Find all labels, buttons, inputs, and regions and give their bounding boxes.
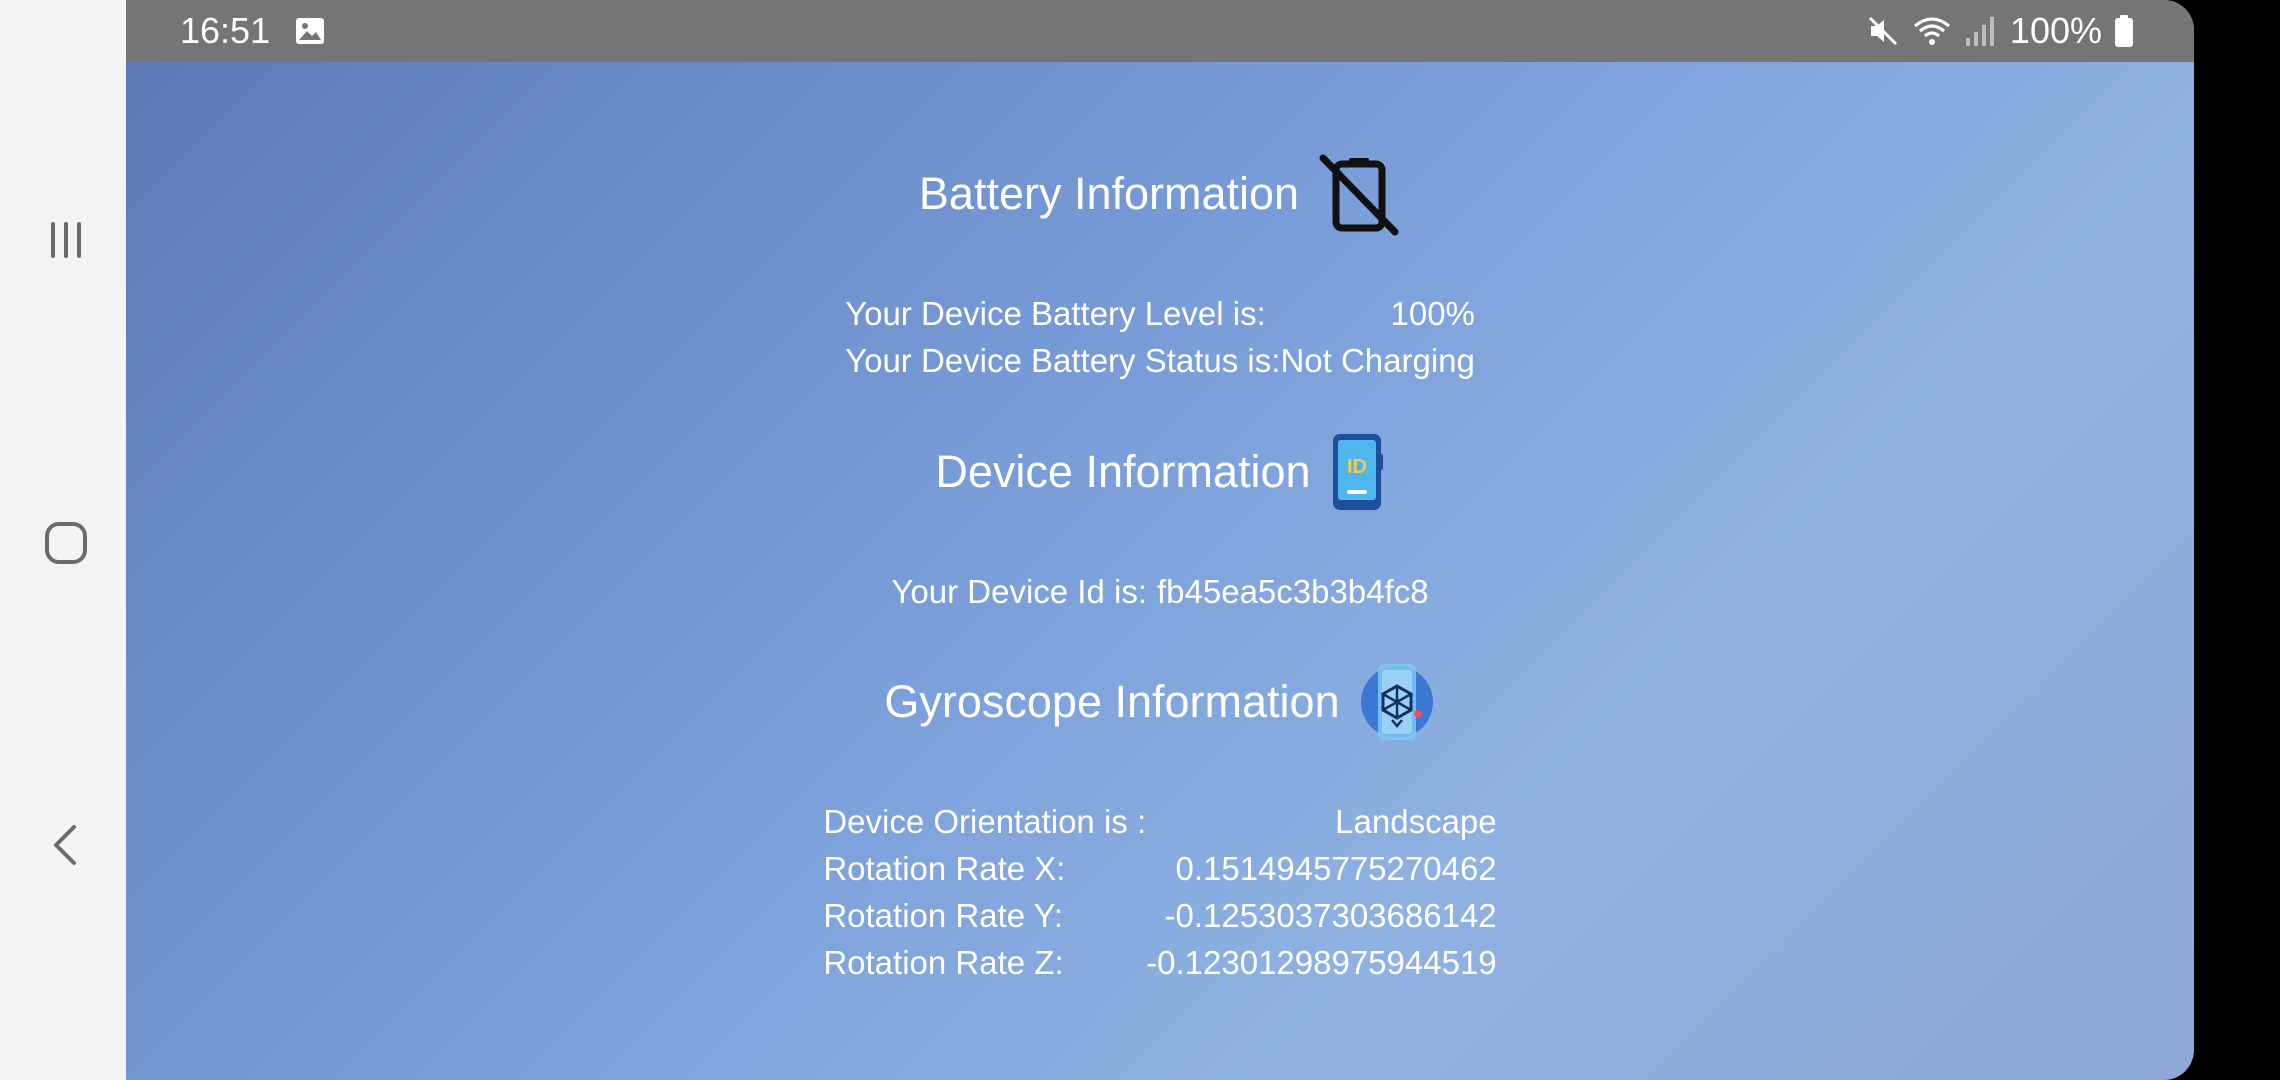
gyroscope-section-title: Gyroscope Information: [126, 662, 2194, 742]
gyroscope-title-text: Gyroscope Information: [884, 676, 1340, 727]
battery-off-icon: [1317, 152, 1401, 236]
battery-status-row: Your Device Battery Status is: Not Charg…: [845, 337, 1475, 384]
screen: 16:51 100% Battery Information Your Devi…: [0, 0, 2280, 1080]
rotation-x-value: 0.1514945775270462: [1175, 850, 1497, 887]
rotation-z-row: Rotation Rate Z: -0.12301298975944519: [823, 939, 1496, 986]
device-title-text: Device Information: [935, 446, 1311, 497]
recents-button[interactable]: [36, 210, 96, 270]
battery-section-title: Battery Information: [126, 152, 2194, 236]
battery-level-row: Your Device Battery Level is: 100%: [845, 290, 1475, 337]
back-button[interactable]: [36, 815, 96, 875]
orientation-row: Device Orientation is : Landscape: [823, 798, 1496, 845]
content-area: Battery Information Your Device Battery …: [126, 62, 2194, 1080]
battery-level-label: Your Device Battery Level is:: [845, 295, 1266, 332]
battery-level-value: 100%: [1390, 295, 1475, 332]
gallery-icon: [296, 18, 324, 44]
device-id-label: Your Device Id is:: [891, 573, 1147, 610]
device-id-row: Your Device Id is: fb45ea5c3b3b4fc8: [891, 568, 1428, 615]
battery-title-text: Battery Information: [918, 168, 1300, 219]
battery-info: Your Device Battery Level is: 100% Your …: [126, 290, 2194, 384]
gyroscope-icon: [1358, 662, 1436, 742]
battery-icon: [2114, 14, 2134, 48]
rotation-z-value: -0.12301298975944519: [1146, 944, 1497, 981]
home-icon: [45, 522, 87, 564]
home-button[interactable]: [36, 513, 96, 573]
phone-id-icon-text: ID: [1347, 456, 1367, 478]
battery-status-value: Not Charging: [1280, 342, 1475, 379]
gyroscope-info: Device Orientation is : Landscape Rotati…: [126, 798, 2194, 986]
status-time: 16:51: [180, 10, 271, 51]
status-bar: 16:51 100%: [126, 0, 2194, 62]
navigation-bar: [0, 0, 126, 1080]
device-info: Your Device Id is: fb45ea5c3b3b4fc8: [126, 568, 2194, 615]
app-window: 16:51 100% Battery Information Your Devi…: [126, 0, 2194, 1080]
recents-icon: [51, 222, 81, 258]
orientation-value: Landscape: [1335, 803, 1497, 840]
device-id-value: fb45ea5c3b3b4fc8: [1157, 573, 1429, 610]
phone-id-icon: ID: [1329, 432, 1385, 512]
rotation-y-value: -0.1253037303686142: [1164, 897, 1497, 934]
rotation-z-label: Rotation Rate Z:: [823, 944, 1064, 981]
mute-icon: [1866, 14, 1900, 48]
signal-icon: [1964, 14, 1996, 48]
rotation-x-row: Rotation Rate X: 0.1514945775270462: [823, 845, 1496, 892]
rotation-x-label: Rotation Rate X:: [823, 850, 1066, 887]
orientation-label: Device Orientation is :: [823, 803, 1147, 840]
back-icon: [54, 825, 76, 865]
rotation-y-row: Rotation Rate Y: -0.1253037303686142: [823, 892, 1496, 939]
device-section-title: Device Information ID: [126, 432, 2194, 512]
status-icons: 100%: [1854, 10, 2134, 52]
battery-percent: 100%: [2009, 10, 2102, 51]
rotation-y-label: Rotation Rate Y:: [823, 897, 1064, 934]
battery-status-label: Your Device Battery Status is:: [845, 342, 1281, 379]
wifi-icon: [1912, 14, 1952, 48]
